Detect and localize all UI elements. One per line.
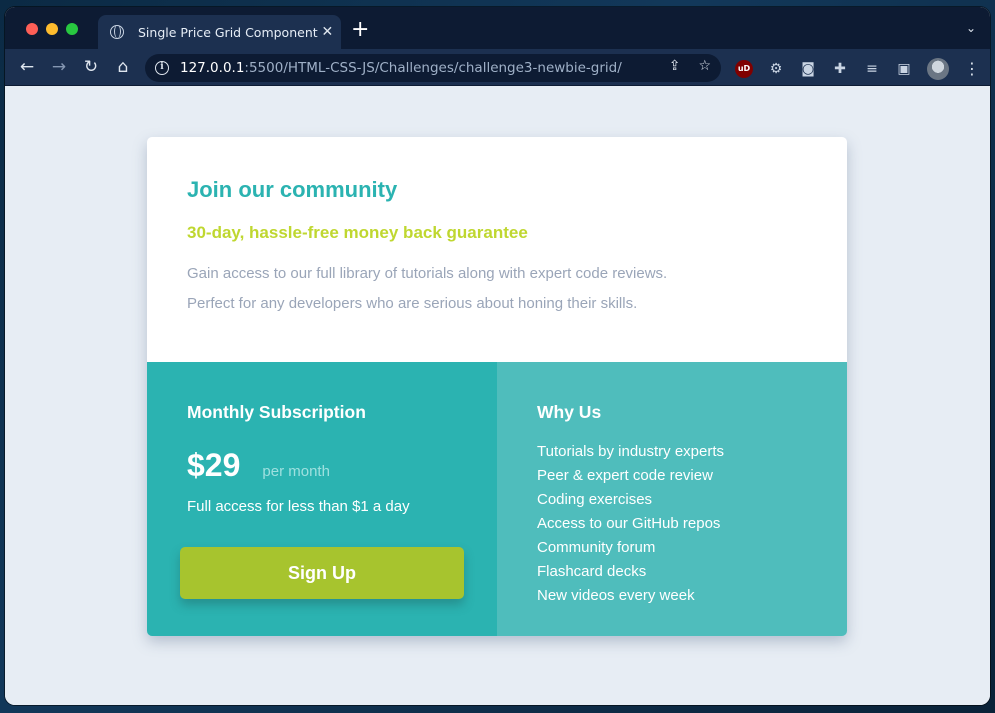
url-path: :5500/HTML-CSS-JS/Challenges/challenge3-… xyxy=(244,60,622,76)
sign-up-button[interactable]: Sign Up xyxy=(180,547,464,599)
description-line-2: Perfect for any developers who are serio… xyxy=(187,295,638,312)
why-us-item: Peer & expert code review xyxy=(537,467,713,484)
profile-avatar-icon[interactable] xyxy=(927,58,949,80)
media-queue-icon[interactable]: ≡ xyxy=(863,60,881,78)
why-us-heading: Why Us xyxy=(537,402,602,422)
description-line-1: Gain access to our full library of tutor… xyxy=(187,265,668,282)
camera-icon[interactable]: ◙ xyxy=(799,60,817,78)
tab-bar: Single Price Grid Component ✕ + ⌄ xyxy=(5,7,990,49)
subscription-heading: Monthly Subscription xyxy=(187,402,366,422)
page-viewport: Join our community 30-day, hassle-free m… xyxy=(5,87,990,705)
why-us-item: Community forum xyxy=(537,539,656,556)
why-us-item: New videos every week xyxy=(537,587,695,604)
share-icon[interactable]: ⇪ xyxy=(669,58,681,74)
bookmark-star-icon[interactable]: ☆ xyxy=(698,58,711,74)
why-us-item: Tutorials by industry experts xyxy=(537,443,725,460)
back-arrow-icon[interactable]: ← xyxy=(16,56,38,78)
address-bar[interactable]: i 127.0.0.1 :5500/HTML-CSS-JS/Challenges… xyxy=(145,54,721,82)
guarantee-subtitle: 30-day, hassle-free money back guarantee xyxy=(187,223,528,242)
tab-title: Single Price Grid Component xyxy=(138,24,318,40)
card-top-section: Join our community 30-day, hassle-free m… xyxy=(147,137,847,362)
settings-gear-icon[interactable]: ⚙ xyxy=(767,60,785,78)
home-icon[interactable]: ⌂ xyxy=(112,56,134,78)
more-menu-icon[interactable]: ⋮ xyxy=(963,60,981,78)
active-tab[interactable]: Single Price Grid Component ✕ xyxy=(98,15,341,49)
tab-search-chevron-icon[interactable]: ⌄ xyxy=(966,21,976,35)
side-panel-icon[interactable]: ▣ xyxy=(895,60,913,78)
browser-window: Single Price Grid Component ✕ + ⌄ ← → ↻ … xyxy=(5,7,990,705)
why-us-item: Coding exercises xyxy=(537,491,653,508)
card-description: Gain access to our full library of tutor… xyxy=(187,259,807,319)
pricing-card: Join our community 30-day, hassle-free m… xyxy=(147,137,847,636)
ublock-icon[interactable]: uD xyxy=(735,60,753,78)
new-tab-button[interactable]: + xyxy=(351,19,369,41)
why-us-list: Tutorials by industry experts Peer & exp… xyxy=(537,440,807,608)
minimize-window-button[interactable] xyxy=(46,23,58,35)
reload-icon[interactable]: ↻ xyxy=(80,56,102,78)
extensions-area: uD ⚙ ◙ ✚ ≡ ▣ ⋮ xyxy=(735,58,981,80)
subscription-section: Monthly Subscription $29 per month Full … xyxy=(147,362,497,636)
browser-toolbar: ← → ↻ ⌂ i 127.0.0.1 :5500/HTML-CSS-JS/Ch… xyxy=(5,49,990,86)
price-period: per month xyxy=(262,463,330,480)
close-tab-icon[interactable]: ✕ xyxy=(318,24,337,40)
why-us-item: Flashcard decks xyxy=(537,563,647,580)
close-window-button[interactable] xyxy=(26,23,38,35)
subscription-note: Full access for less than $1 a day xyxy=(187,498,410,515)
site-info-icon[interactable]: i xyxy=(155,61,169,75)
globe-icon xyxy=(110,25,124,39)
maximize-window-button[interactable] xyxy=(66,23,78,35)
price-row: $29 per month xyxy=(187,447,457,484)
price-value: $29 xyxy=(187,447,241,483)
why-us-item: Access to our GitHub repos xyxy=(537,515,721,532)
why-us-section: Why Us Tutorials by industry experts Pee… xyxy=(497,362,847,636)
forward-arrow-icon[interactable]: → xyxy=(48,56,70,78)
page-title: Join our community xyxy=(187,177,398,202)
puzzle-extensions-icon[interactable]: ✚ xyxy=(831,60,849,78)
url-host: 127.0.0.1 xyxy=(180,60,245,76)
